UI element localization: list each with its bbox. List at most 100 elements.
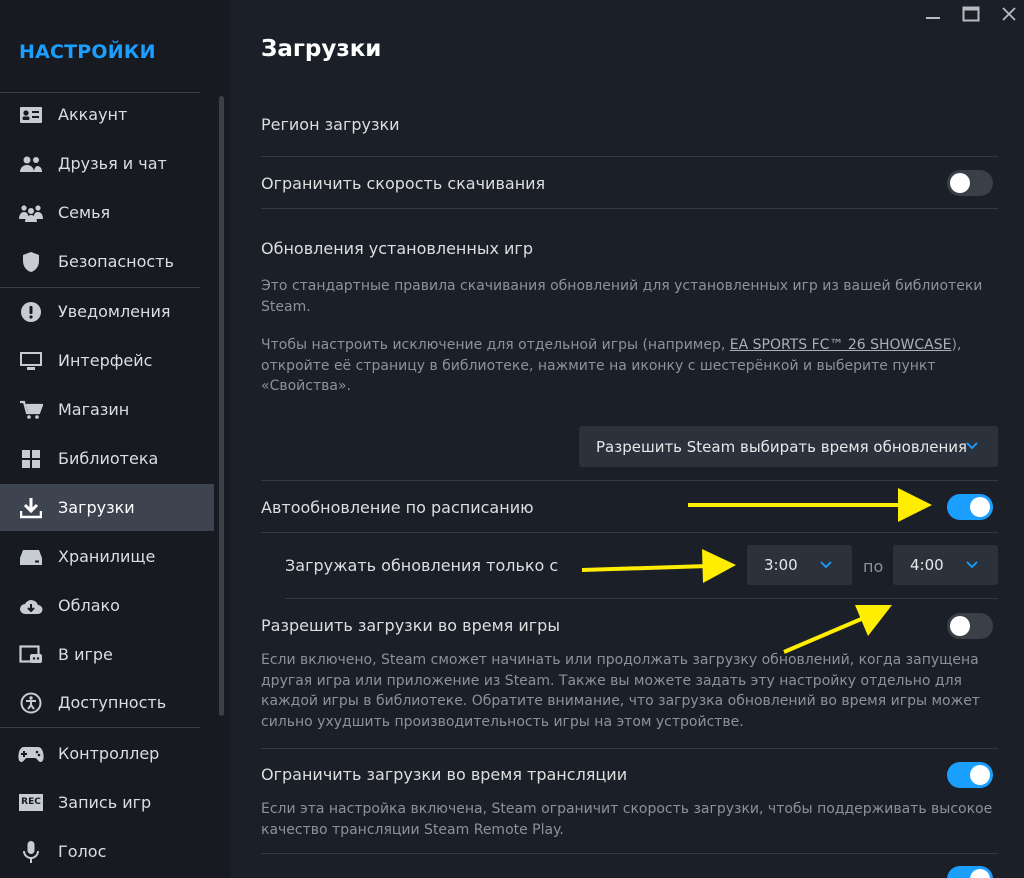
limit-stream-downloads-label: Ограничить загрузки во время трансляции	[261, 765, 628, 784]
sidebar-item-in-game[interactable]: В игре	[0, 631, 214, 678]
toggle-knob	[950, 616, 970, 636]
sidebar-item-storage[interactable]: Хранилище	[0, 533, 214, 580]
update-policy-value: Разрешить Steam выбирать время обновлени…	[596, 437, 968, 456]
sidebar-item-label: Безопасность	[58, 252, 174, 271]
account-card-icon	[18, 103, 44, 127]
chevron-down-icon	[966, 442, 978, 450]
desc-text: Чтобы настроить исключение для отдельной…	[261, 337, 730, 353]
from-time-dropdown[interactable]: 3:00	[747, 545, 852, 585]
family-icon	[18, 201, 44, 225]
sidebar-item-account[interactable]: Аккаунт	[0, 91, 214, 138]
sidebar-item-accessibility[interactable]: Доступность	[0, 679, 214, 726]
cart-icon	[18, 398, 44, 422]
sidebar-item-label: Хранилище	[58, 547, 156, 566]
sidebar-item-store[interactable]: Магазин	[0, 386, 214, 433]
rec-icon: REC	[18, 791, 44, 815]
chevron-down-icon	[820, 561, 832, 569]
sidebar-item-label: Магазин	[58, 400, 130, 419]
allow-ingame-downloads-toggle[interactable]	[947, 613, 993, 639]
notification-icon	[18, 300, 44, 324]
sidebar-item-label: Друзья и чат	[58, 154, 167, 173]
sidebar-item-friends[interactable]: Друзья и чат	[0, 140, 214, 187]
toggle-knob	[970, 497, 990, 517]
sidebar-item-voice[interactable]: Голос	[0, 828, 214, 875]
toggle-knob	[970, 869, 990, 878]
from-time-value: 3:00	[764, 556, 798, 574]
sidebar-item-label: Запись игр	[58, 793, 152, 812]
sidebar-item-game-recording[interactable]: REC Запись игр	[0, 779, 214, 826]
download-icon	[18, 496, 44, 520]
storage-drive-icon	[18, 545, 44, 569]
microphone-icon	[18, 840, 44, 864]
friends-icon	[18, 152, 44, 176]
divider	[261, 853, 998, 854]
close-button[interactable]	[999, 4, 1019, 24]
sidebar-item-interface[interactable]: Интерфейс	[0, 337, 214, 384]
sidebar-item-label: Аккаунт	[58, 105, 128, 124]
monitor-icon	[18, 349, 44, 373]
maximize-icon	[962, 6, 980, 22]
sidebar-item-label: Облако	[58, 596, 120, 615]
rec-badge: REC	[19, 794, 43, 811]
gamepad-icon	[18, 742, 44, 766]
sidebar-item-label: Голос	[58, 842, 107, 861]
accessibility-icon	[18, 691, 44, 715]
downloads-settings-panel: Загрузки Регион загрузки Ограничить скор…	[231, 0, 1024, 878]
allow-ingame-downloads-label: Разрешить загрузки во время игры	[261, 616, 560, 635]
game-properties-link[interactable]: EA SPORTS FC™ 26 SHOWCASE	[730, 337, 952, 353]
in-game-icon	[18, 643, 44, 667]
limit-stream-downloads-toggle[interactable]	[947, 762, 993, 788]
shield-icon	[18, 250, 44, 274]
settings-title: НАСТРОЙКИ	[19, 41, 156, 63]
to-time-value: 4:00	[910, 556, 944, 574]
settings-sidebar: НАСТРОЙКИ Аккаунт Друзья и чат Семья Без…	[0, 0, 231, 878]
sidebar-item-label: Загрузки	[58, 498, 135, 517]
scheduled-update-toggle[interactable]	[947, 494, 993, 520]
divider	[261, 208, 998, 209]
close-icon	[1002, 7, 1016, 21]
next-setting-toggle[interactable]	[947, 866, 993, 878]
to-separator: по	[863, 557, 884, 576]
minimize-icon	[926, 17, 940, 19]
divider	[261, 156, 998, 157]
allow-ingame-description: Если включено, Steam сможет начинать или…	[261, 652, 980, 730]
sidebar-item-label: Семья	[58, 203, 111, 222]
minimize-button[interactable]	[923, 4, 943, 24]
updates-description: Это стандартные правила скачивания обнов…	[261, 278, 983, 315]
update-window-label: Загружать обновления только с	[285, 556, 559, 575]
divider	[261, 480, 998, 481]
page-title: Загрузки	[261, 36, 382, 62]
updates-heading: Обновления установленных игр	[261, 239, 533, 258]
sidebar-item-label: Контроллер	[58, 744, 160, 763]
download-region-label[interactable]: Регион загрузки	[261, 115, 400, 134]
sidebar-item-label: Уведомления	[58, 302, 171, 321]
toggle-knob	[950, 173, 970, 193]
limit-speed-toggle[interactable]	[947, 170, 993, 196]
scheduled-update-label: Автообновление по расписанию	[261, 498, 534, 517]
sidebar-item-downloads[interactable]: Загрузки	[0, 484, 214, 531]
sidebar-scrollbar[interactable]	[219, 96, 224, 716]
limit-speed-label: Ограничить скорость скачивания	[261, 174, 546, 193]
divider	[261, 532, 998, 533]
sidebar-divider	[0, 727, 200, 728]
chevron-down-icon	[966, 561, 978, 569]
updates-exception-description: Чтобы настроить исключение для отдельной…	[261, 335, 1001, 397]
sidebar-item-label: Библиотека	[58, 449, 159, 468]
cloud-icon	[18, 594, 44, 618]
sidebar-item-notifications[interactable]: Уведомления	[0, 288, 214, 335]
maximize-button[interactable]	[961, 4, 981, 24]
sidebar-item-library[interactable]: Библиотека	[0, 435, 214, 482]
limit-stream-description: Если эта настройка включена, Steam огран…	[261, 801, 993, 838]
sidebar-item-label: Интерфейс	[58, 351, 153, 370]
toggle-knob	[970, 765, 990, 785]
sidebar-item-cloud[interactable]: Облако	[0, 582, 214, 629]
divider	[285, 598, 998, 599]
sidebar-item-family[interactable]: Семья	[0, 189, 214, 236]
sidebar-item-controller[interactable]: Контроллер	[0, 730, 214, 777]
sidebar-item-security[interactable]: Безопасность	[0, 238, 214, 285]
sidebar-item-label: В игре	[58, 645, 113, 664]
update-policy-dropdown[interactable]: Разрешить Steam выбирать время обновлени…	[579, 426, 998, 467]
sidebar-item-label: Доступность	[58, 693, 167, 712]
divider	[261, 748, 998, 749]
to-time-dropdown[interactable]: 4:00	[893, 545, 998, 585]
